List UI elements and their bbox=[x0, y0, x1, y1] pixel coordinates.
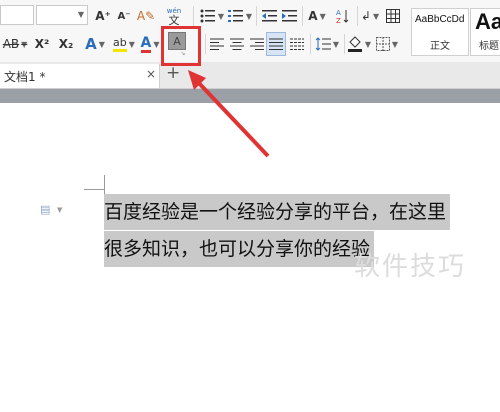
margin-corner-mark bbox=[84, 189, 104, 190]
paragraph-handle-icon[interactable]: ▤ bbox=[40, 203, 50, 216]
watermark: 软件技巧 bbox=[354, 252, 467, 282]
chevron-down-icon[interactable]: ▼ bbox=[320, 12, 326, 21]
bulleted-list-icon bbox=[200, 9, 215, 23]
align-center-icon bbox=[230, 38, 244, 50]
text-effect-label: A bbox=[308, 9, 318, 23]
highlight-color-button[interactable]: ab ▼ bbox=[110, 32, 138, 56]
text-effect-button[interactable]: A ▼ bbox=[305, 4, 329, 28]
chevron-down-icon[interactable]: ▼ bbox=[78, 10, 84, 19]
chevron-down-icon[interactable]: ▼ bbox=[21, 40, 27, 49]
numbered-list-icon bbox=[228, 10, 243, 22]
divider bbox=[256, 6, 257, 26]
line-spacing-button[interactable]: ▼ bbox=[314, 32, 340, 56]
chevron-down-icon[interactable]: ▼ bbox=[153, 40, 159, 49]
strikethrough-label: AB bbox=[2, 37, 20, 51]
distributed-icon bbox=[290, 38, 304, 50]
highlight-label: ab bbox=[113, 36, 127, 52]
decrease-indent-icon bbox=[261, 10, 277, 22]
chevron-down-icon[interactable]: ▼ bbox=[218, 12, 224, 21]
chevron-down-icon[interactable]: ▼ bbox=[99, 40, 105, 49]
numbering-button[interactable]: ▼ bbox=[228, 4, 252, 28]
superscript-button[interactable]: X² bbox=[32, 32, 52, 56]
justify-icon bbox=[269, 38, 283, 50]
svg-text:A: A bbox=[336, 9, 341, 17]
bullets-button[interactable]: ▼ bbox=[200, 4, 224, 28]
strikethrough-button[interactable]: AB ▼ bbox=[0, 32, 30, 56]
sort-button[interactable]: A Z bbox=[333, 4, 353, 28]
decrease-indent-button[interactable] bbox=[260, 4, 278, 28]
divider bbox=[193, 6, 194, 26]
style-heading-name: 标题 bbox=[479, 41, 499, 52]
clear-format-button[interactable]: A✎ bbox=[136, 4, 156, 28]
show-marks-button[interactable]: ↲ ▼ bbox=[360, 4, 380, 28]
style-heading[interactable]: Aa 标题 bbox=[470, 8, 500, 56]
align-right-button[interactable] bbox=[248, 32, 266, 56]
subscript-button[interactable]: X₂ bbox=[56, 32, 76, 56]
svg-text:Z: Z bbox=[336, 17, 341, 24]
line-spacing-icon bbox=[315, 37, 331, 51]
style-normal-name: 正文 bbox=[430, 41, 450, 52]
font-name-combo[interactable] bbox=[0, 5, 34, 25]
borders-icon bbox=[375, 37, 390, 51]
increase-indent-button[interactable] bbox=[280, 4, 298, 28]
table-icon bbox=[386, 9, 400, 23]
align-left-button[interactable] bbox=[208, 32, 226, 56]
shading-button[interactable]: ▼ bbox=[346, 32, 372, 56]
divider bbox=[357, 6, 358, 26]
chevron-down-icon[interactable]: ▼ bbox=[373, 12, 379, 21]
style-heading-sample: Aa bbox=[475, 9, 500, 34]
document-tab[interactable]: 文档1 * × bbox=[0, 64, 160, 88]
workspace-background bbox=[0, 89, 500, 103]
divider bbox=[205, 34, 206, 54]
document-tab-bar: 文档1 * × + bbox=[0, 62, 500, 89]
show-marks-icon: ↲ bbox=[360, 9, 371, 23]
align-right-icon bbox=[250, 38, 264, 50]
phonetic-char-label: 文 bbox=[168, 14, 180, 27]
sort-icon: A Z bbox=[336, 9, 349, 24]
chevron-down-icon[interactable]: ▼ bbox=[365, 40, 371, 49]
close-icon[interactable]: × bbox=[146, 67, 156, 81]
chevron-down-icon[interactable]: ▼ bbox=[392, 40, 398, 49]
margin-corner-mark bbox=[104, 175, 105, 195]
selected-text-line-1[interactable]: 百度经验是一个经验分享的平台，在这里 bbox=[104, 194, 451, 230]
new-tab-button[interactable]: + bbox=[166, 63, 180, 83]
align-left-icon bbox=[210, 38, 224, 50]
annotation-highlight-box bbox=[161, 26, 201, 66]
phonetic-guide-button[interactable]: wén 文 bbox=[162, 4, 186, 28]
justify-button[interactable] bbox=[266, 32, 286, 56]
chevron-down-icon[interactable]: ▼ bbox=[129, 40, 135, 49]
document-tab-label: 文档1 * bbox=[4, 70, 46, 84]
divider bbox=[302, 6, 303, 26]
shrink-font-button[interactable]: A⁻ bbox=[115, 4, 133, 28]
distributed-button[interactable] bbox=[288, 32, 306, 56]
ribbon-toolbar: ▼ A⁺ A⁻ A✎ wén 文 ▼ ▼ A ▼ A Z ↲ ▼ AB ▼ X²… bbox=[0, 0, 500, 63]
font-color-label: A bbox=[140, 34, 152, 53]
table-button[interactable] bbox=[384, 4, 402, 28]
style-normal-sample: AaBbCcDd bbox=[415, 14, 465, 25]
chevron-down-icon[interactable]: ▼ bbox=[57, 206, 62, 214]
borders-button[interactable]: ▼ bbox=[374, 32, 400, 56]
text-outline-label: A bbox=[85, 35, 97, 53]
style-normal[interactable]: AaBbCcDd 正文 bbox=[411, 8, 469, 56]
text-outline-button[interactable]: A ▼ bbox=[82, 32, 108, 56]
grow-font-button[interactable]: A⁺ bbox=[94, 4, 112, 28]
divider bbox=[344, 34, 345, 54]
divider bbox=[310, 34, 311, 54]
font-size-combo[interactable]: ▼ bbox=[36, 5, 88, 25]
paint-bucket-icon bbox=[347, 36, 362, 52]
align-center-button[interactable] bbox=[228, 32, 246, 56]
chevron-down-icon[interactable]: ▼ bbox=[246, 12, 252, 21]
increase-indent-icon bbox=[281, 10, 297, 22]
chevron-down-icon[interactable]: ▼ bbox=[333, 40, 339, 49]
font-color-button[interactable]: A ▼ bbox=[138, 32, 162, 56]
selected-text-line-2[interactable]: 很多知识，也可以分享你的经验 bbox=[104, 231, 375, 267]
